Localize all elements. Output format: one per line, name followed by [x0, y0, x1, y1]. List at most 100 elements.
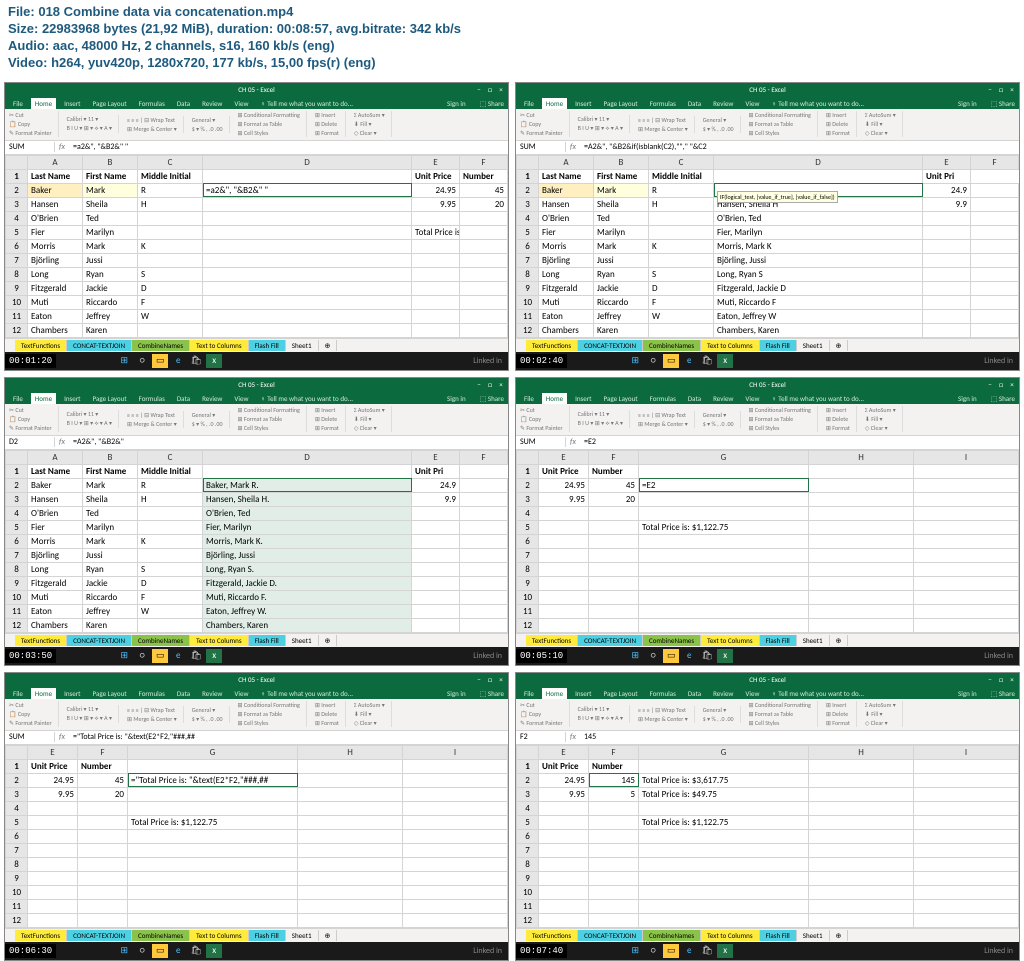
share-button[interactable]: ⬚ Share	[987, 393, 1019, 404]
cell[interactable]	[403, 829, 508, 843]
cell[interactable]	[28, 801, 78, 815]
row-header[interactable]: 12	[6, 618, 28, 632]
cell[interactable]: H	[138, 197, 203, 211]
cell[interactable]: Muti, Riccardo F.	[203, 590, 412, 604]
ribbon-tab[interactable]: Insert	[571, 688, 595, 699]
ribbon-tab[interactable]: Page Layout	[600, 393, 642, 404]
col-header[interactable]: D	[203, 450, 412, 464]
formula-input[interactable]: ="Total Price is: "&text(E2*F2,"###,##	[69, 732, 508, 742]
cell[interactable]	[460, 520, 508, 534]
sheet-tab[interactable]: Flash Fill	[760, 930, 797, 941]
ribbon-tab[interactable]: File	[520, 98, 538, 109]
cell[interactable]	[460, 253, 508, 267]
new-sheet-icon[interactable]: ⊕	[319, 930, 338, 941]
col-header[interactable]: F	[589, 450, 639, 464]
sheet-tab[interactable]: CONCAT-TEXTJOIN	[578, 930, 643, 941]
cell[interactable]: Ryan	[83, 562, 138, 576]
cell[interactable]	[589, 576, 639, 590]
row-header[interactable]: 8	[6, 267, 28, 281]
cell[interactable]	[539, 899, 589, 913]
formula-input[interactable]: =a2&", "&B2&" "	[69, 142, 508, 152]
cell[interactable]	[298, 815, 403, 829]
col-header[interactable]: A	[28, 155, 83, 169]
cell[interactable]	[403, 815, 508, 829]
cell[interactable]	[403, 787, 508, 801]
col-header[interactable]: A	[28, 450, 83, 464]
cell[interactable]	[809, 492, 914, 506]
cell[interactable]	[78, 829, 128, 843]
sign-in[interactable]: Sign in	[443, 98, 472, 109]
cell[interactable]: Long	[28, 267, 83, 281]
cell[interactable]	[539, 885, 589, 899]
cell[interactable]	[971, 239, 1019, 253]
row-header[interactable]: 6	[6, 534, 28, 548]
sheet-tab[interactable]: TextFunctions	[526, 930, 578, 941]
sheet-tab[interactable]: CombineNames	[132, 930, 190, 941]
cell[interactable]	[589, 801, 639, 815]
cell[interactable]: Marilyn	[83, 520, 138, 534]
cell[interactable]	[412, 281, 460, 295]
cell[interactable]: R	[138, 183, 203, 197]
name-box[interactable]: SUM	[516, 142, 566, 152]
cell[interactable]: Eaton, Jeffrey W	[714, 309, 923, 323]
cell[interactable]	[412, 323, 460, 337]
row-header[interactable]: 9	[6, 871, 28, 885]
row-header[interactable]: 6	[6, 239, 28, 253]
cell[interactable]: Björling	[28, 253, 83, 267]
tell-me[interactable]: ♀ Tell me what you want to do...	[256, 688, 357, 699]
cell[interactable]	[203, 211, 412, 225]
cell[interactable]: Eaton, Jeffrey W.	[203, 604, 412, 618]
cell[interactable]	[914, 843, 1019, 857]
cell[interactable]	[203, 281, 412, 295]
cell[interactable]	[403, 913, 508, 927]
excel-icon[interactable]: x	[717, 354, 733, 368]
col-header[interactable]: E	[412, 450, 460, 464]
row-header[interactable]: 8	[517, 267, 539, 281]
name-box[interactable]: SUM	[5, 732, 55, 742]
sign-in[interactable]: Sign in	[443, 688, 472, 699]
sheet-tab[interactable]: Sheet1	[286, 930, 319, 941]
cell[interactable]	[923, 281, 971, 295]
cell[interactable]	[639, 885, 809, 899]
row-header[interactable]: 8	[6, 562, 28, 576]
cell[interactable]	[412, 604, 460, 618]
cell[interactable]	[914, 801, 1019, 815]
tell-me[interactable]: ♀ Tell me what you want to do...	[256, 98, 357, 109]
ribbon-tab[interactable]: Formulas	[135, 393, 169, 404]
cell[interactable]: Björling, Jussi	[714, 253, 923, 267]
row-header[interactable]: 2	[6, 773, 28, 787]
cell[interactable]	[809, 815, 914, 829]
cell[interactable]	[128, 899, 298, 913]
cell[interactable]	[138, 520, 203, 534]
ribbon-tab[interactable]: Data	[173, 688, 194, 699]
edge-icon[interactable]: e	[170, 354, 186, 368]
sheet-tab[interactable]: CONCAT-TEXTJOIN	[67, 340, 132, 351]
cell[interactable]	[298, 913, 403, 927]
sign-in[interactable]: Sign in	[443, 393, 472, 404]
cell[interactable]	[639, 604, 809, 618]
cell[interactable]: Hansen	[28, 197, 83, 211]
cell[interactable]	[971, 323, 1019, 337]
cell[interactable]: Riccardo	[594, 295, 649, 309]
sheet-tab[interactable]: Text to Columns	[190, 635, 248, 646]
cell[interactable]	[28, 871, 78, 885]
cell[interactable]: Hansen	[539, 197, 594, 211]
sheet-tab[interactable]: Sheet1	[797, 340, 830, 351]
cell[interactable]: Muti	[539, 295, 594, 309]
cell[interactable]	[589, 618, 639, 632]
cell[interactable]: S	[649, 267, 714, 281]
cell[interactable]	[971, 295, 1019, 309]
cell[interactable]: Muti	[28, 295, 83, 309]
sheet-tab[interactable]: Flash Fill	[760, 635, 797, 646]
row-header[interactable]: 9	[517, 576, 539, 590]
excel-icon[interactable]: x	[206, 649, 222, 663]
cell[interactable]	[128, 857, 298, 871]
col-header[interactable]: B	[83, 155, 138, 169]
cell[interactable]	[460, 323, 508, 337]
row-header[interactable]: 3	[6, 197, 28, 211]
cell[interactable]: 24.95	[412, 183, 460, 197]
col-header[interactable]: E	[412, 155, 460, 169]
store-icon[interactable]: 🛍	[188, 649, 204, 663]
cell[interactable]: Morris, Mark K.	[203, 534, 412, 548]
cell[interactable]	[78, 857, 128, 871]
